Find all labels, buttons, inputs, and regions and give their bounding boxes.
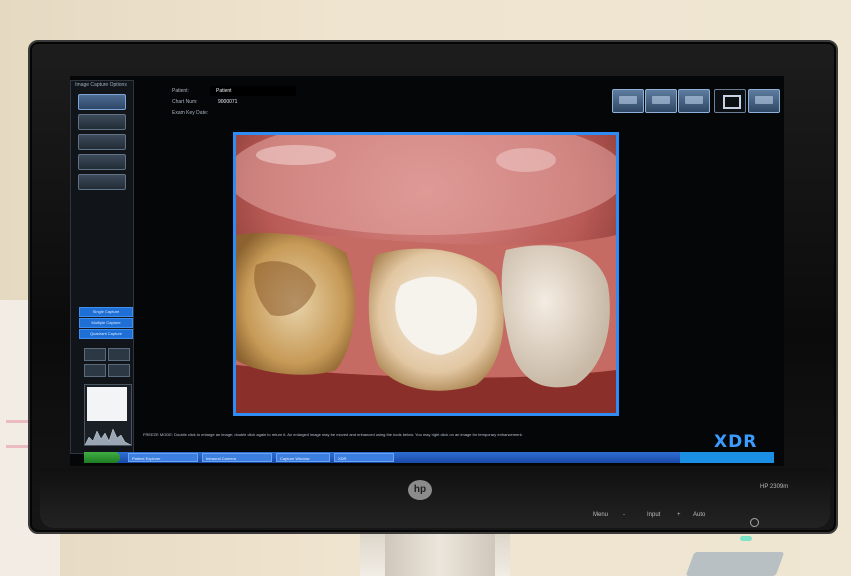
task-item-xdr[interactable]: XDR: [334, 453, 394, 462]
task-item-intraoral-camera[interactable]: Intraoral Camera: [202, 453, 272, 462]
capture-button[interactable]: [78, 94, 126, 110]
multiple-capture-option[interactable]: Multiple Capture: [79, 318, 133, 328]
monitor-icon[interactable]: [714, 89, 746, 113]
desk-clip: [685, 552, 785, 576]
monitor-plus-button[interactable]: +: [677, 512, 681, 518]
save-icon[interactable]: [678, 89, 710, 113]
power-button[interactable]: [750, 518, 759, 527]
task-item-capture-window[interactable]: Capture Window: [276, 453, 330, 462]
hp-logo: hp: [408, 480, 432, 500]
rotate-button[interactable]: [84, 364, 106, 377]
quadrant-capture-option[interactable]: Quadrant Capture: [79, 329, 133, 339]
start-button[interactable]: [84, 452, 120, 463]
monitor-auto-button[interactable]: Auto: [693, 512, 705, 518]
system-tray: [680, 452, 774, 463]
monitor-model: HP 2309m: [760, 484, 789, 490]
histogram-chart: [85, 428, 131, 445]
monitor-menu-button[interactable]: Menu: [593, 512, 608, 518]
freeze-button[interactable]: [78, 114, 126, 130]
patient-label: Patient:: [172, 88, 189, 94]
power-led: [740, 536, 752, 541]
xdr-logo: XDR: [714, 432, 758, 452]
monitor-controls: Menu - Input + Auto: [585, 512, 715, 526]
intraoral-photo: [236, 135, 616, 413]
zoom-out-button[interactable]: [108, 348, 130, 361]
exam-label: Exam Key Date:: [172, 110, 209, 116]
export-button[interactable]: [78, 154, 126, 170]
monitor-stand-neck: [385, 530, 495, 576]
captured-image-frame[interactable]: [233, 132, 619, 416]
histogram-preview: [87, 387, 127, 421]
patient-value: Patient: [216, 88, 232, 94]
chart-label: Chart Num:: [172, 99, 198, 105]
monitor-minus-button[interactable]: -: [623, 512, 625, 518]
close-icon[interactable]: [748, 89, 780, 113]
settings-button[interactable]: [78, 174, 126, 190]
chart-value: 9000071: [218, 99, 238, 105]
previous-icon[interactable]: [612, 89, 644, 113]
panel-title: Image Capture Options: [75, 82, 127, 88]
monitor-input-button[interactable]: Input: [647, 512, 660, 518]
status-message: FREEZE MODE: Double click to enlarge an …: [143, 432, 523, 437]
next-icon[interactable]: [645, 89, 677, 113]
histogram-panel: [84, 384, 132, 446]
single-capture-option[interactable]: Single Capture: [79, 307, 133, 317]
task-item-patient-explorer[interactable]: Patient Explorer: [128, 453, 198, 462]
save-button[interactable]: [78, 134, 126, 150]
zoom-in-button[interactable]: [84, 348, 106, 361]
flip-button[interactable]: [108, 364, 130, 377]
